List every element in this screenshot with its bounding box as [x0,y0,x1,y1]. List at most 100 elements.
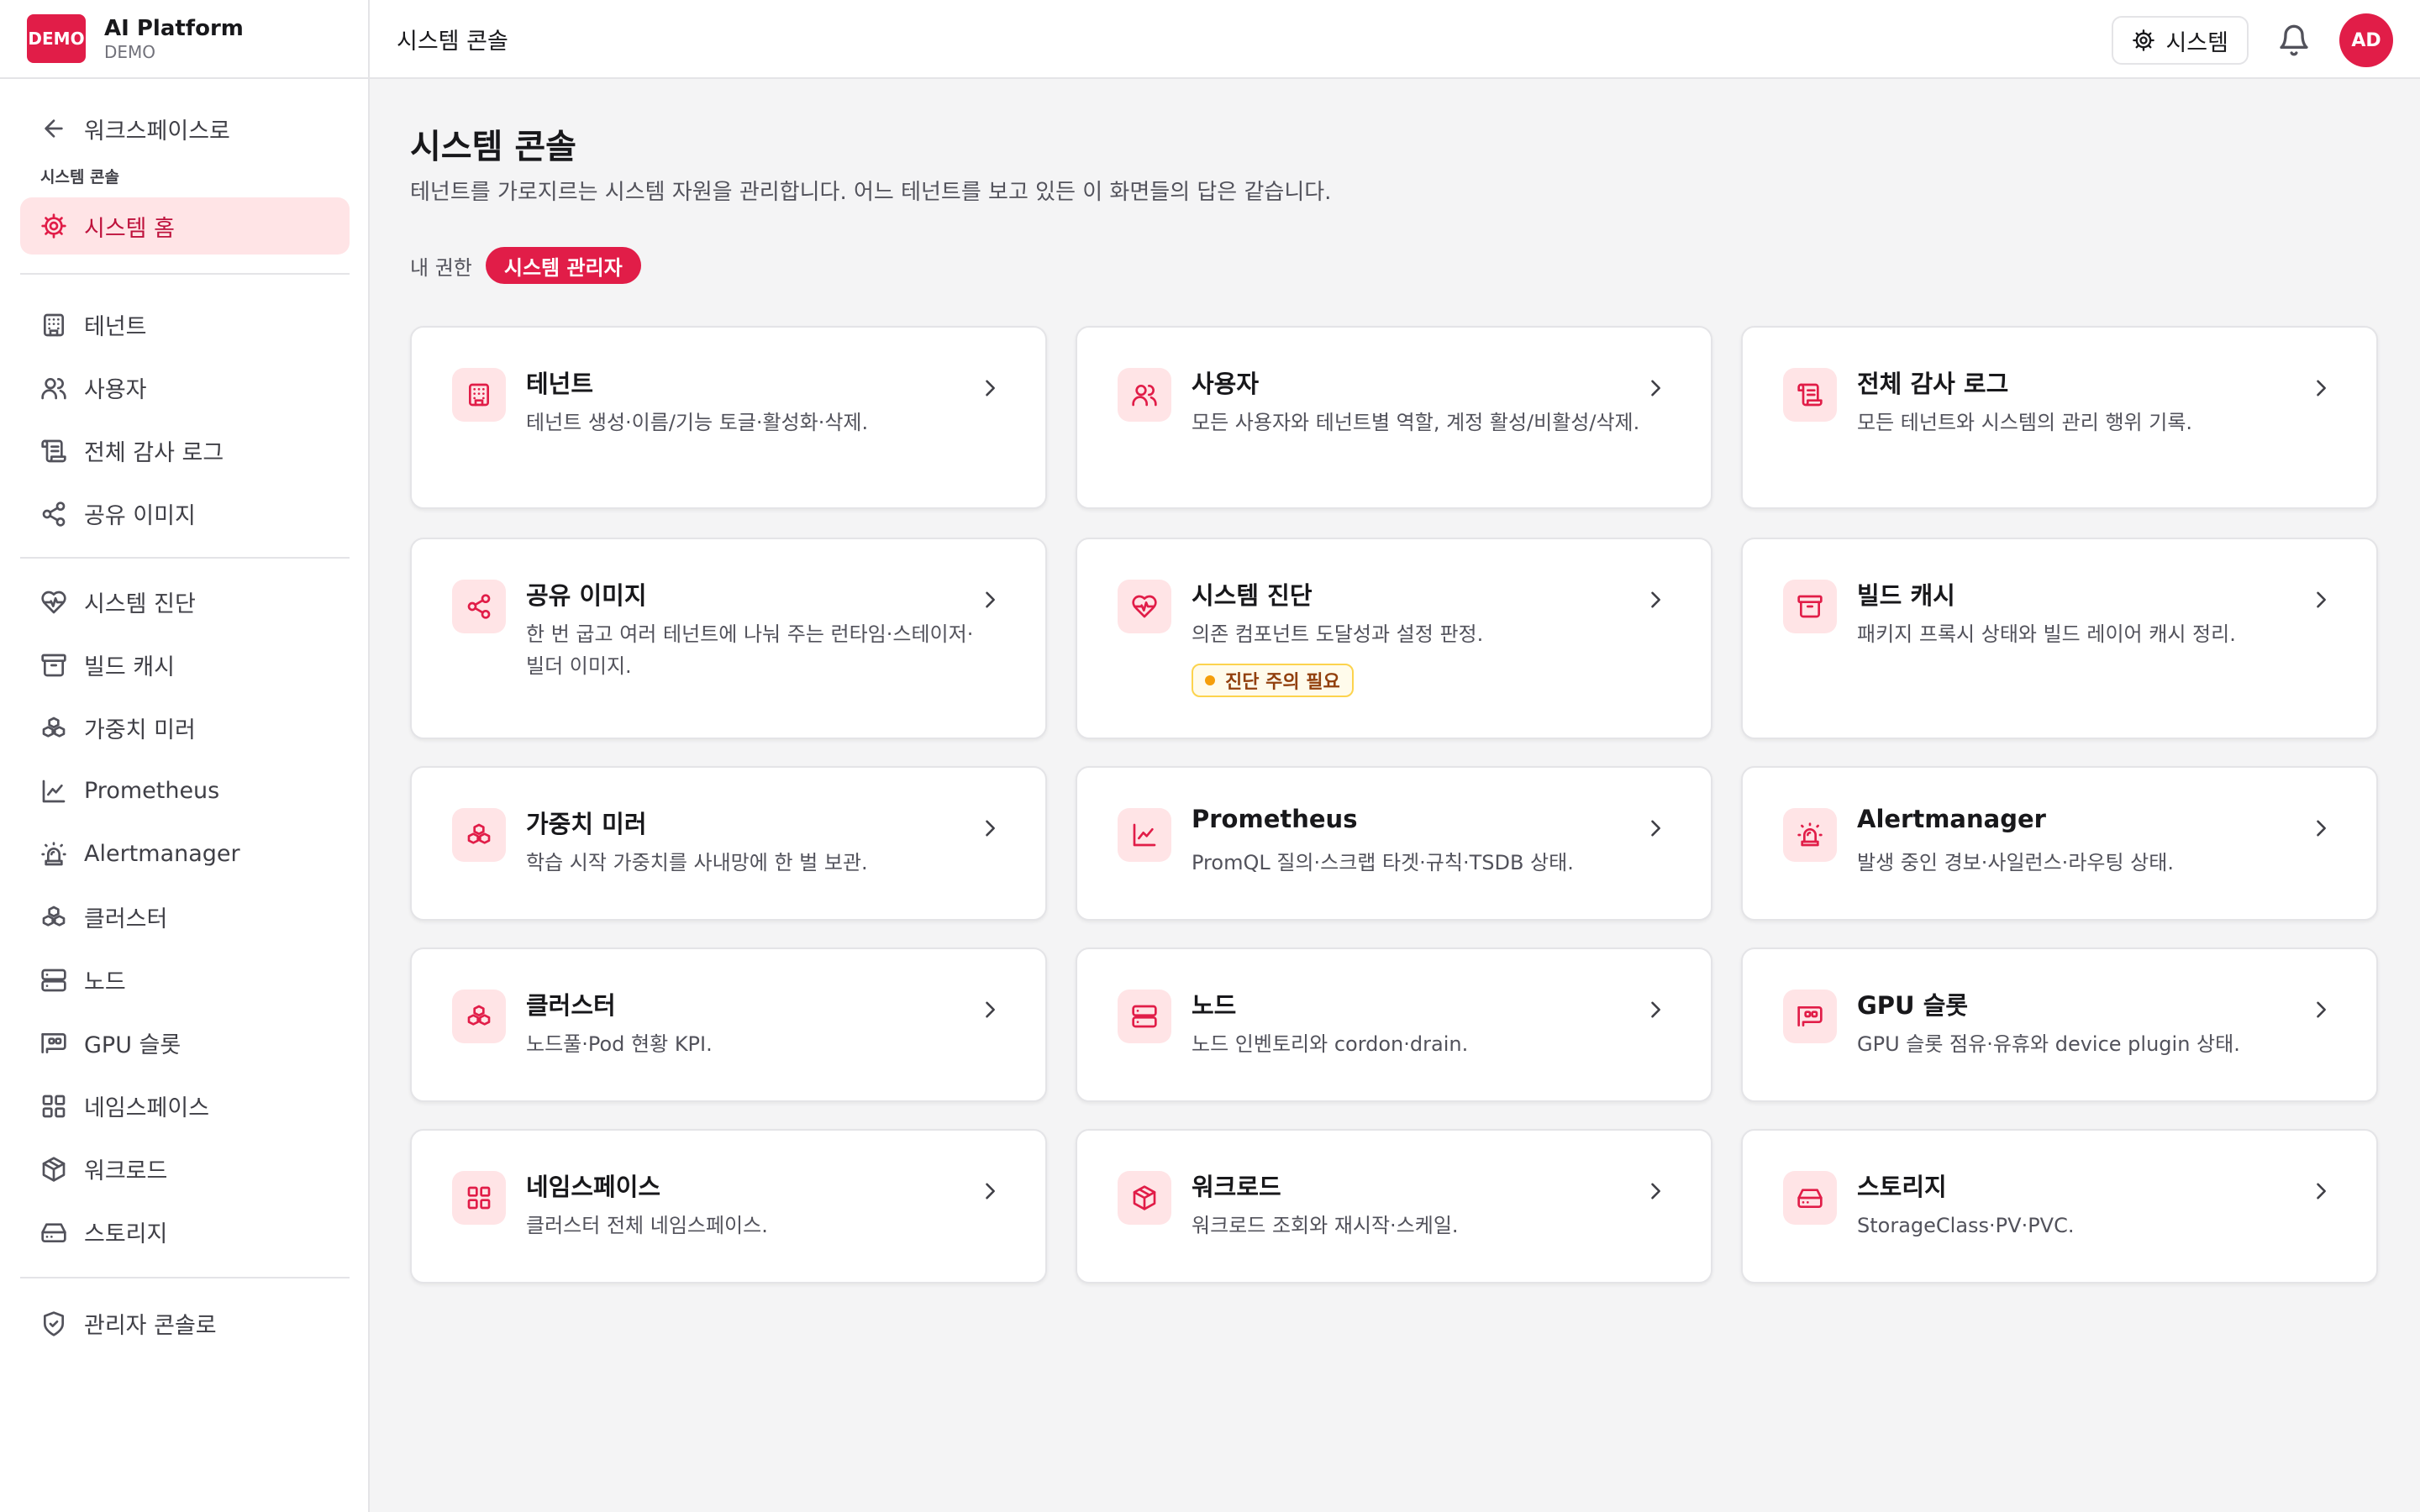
boxes-icon [40,904,67,931]
archive-icon [1797,593,1823,620]
avatar[interactable]: AD [2339,13,2393,67]
card-workloads[interactable]: 워크로드 워크로드 조회와 재시작·스케일. [1076,1129,1712,1284]
card-description: 테넌트 생성·이름/기능 토글·활성화·삭제. [526,411,869,434]
card-tenants[interactable]: 테넌트 테넌트 생성·이름/기능 토글·활성화·삭제. [410,326,1047,509]
sidebar-item-label: 네임스페이스 [84,1095,210,1121]
sidebar-item-label: 빌드 캐시 [84,654,175,680]
sidebar: DEMO AI Platform DEMO 워크스페이스로 시스템 콘솔 시스템… [0,0,370,1512]
card-description: 워크로드 조회와 재시작·스케일. [1192,1214,1459,1237]
heart-pulse-icon [40,589,67,616]
card-description: 학습 시작 가중치를 사내망에 한 벌 보관. [526,851,868,874]
archive-icon [40,652,67,679]
card-audit-log[interactable]: 전체 감사 로그 모든 테넌트와 시스템의 관리 행위 기록. [1741,326,2378,509]
package-icon [1131,1184,1158,1211]
siren-icon [1797,822,1823,848]
sidebar-item-users[interactable]: 사용자 [20,356,350,419]
system-button[interactable]: 시스템 [2112,16,2249,65]
card-description: 의존 컴포넌트 도달성과 설정 판정. [1192,622,1484,646]
grid-icon [466,1184,492,1211]
card-description: 노드풀·Pod 현황 KPI. [526,1032,713,1056]
card-title: 클러스터 [526,991,616,1020]
package-icon [40,1156,67,1183]
sidebar-item-tenants[interactable]: 테넌트 [20,293,350,356]
warning-dot-icon [1205,675,1215,685]
gpu-icon [40,1030,67,1057]
chart-line-icon [40,778,67,805]
gear-icon [2132,29,2155,52]
card-cluster[interactable]: 클러스터 노드풀·Pod 현황 KPI. [410,948,1047,1102]
sidebar-item-label: 가중치 미러 [84,717,196,743]
sidebar-item-admin-console[interactable]: 관리자 콘솔로 [20,1292,350,1355]
gear-icon [40,213,67,239]
page-title: 시스템 콘솔 [410,128,576,166]
sidebar-item-gpu-slots[interactable]: GPU 슬롯 [20,1011,350,1074]
heart-pulse-icon [1131,593,1158,620]
card-title: 사용자 [1192,370,1260,398]
share-icon [40,501,67,528]
sidebar-item-prometheus[interactable]: Prometheus [20,759,350,822]
sidebar-item-label: 공유 이미지 [84,503,196,529]
back-to-workspace-link[interactable]: 워크스페이스로 [20,99,350,158]
grid-icon [40,1093,67,1120]
chevron-right-icon [978,1179,1002,1203]
card-storage[interactable]: 스토리지 StorageClass·PV·PVC. [1741,1129,2378,1284]
server-icon [1131,1003,1158,1030]
siren-icon [40,841,67,868]
boxes-icon [466,1003,492,1030]
sidebar-item-label: 사용자 [84,377,147,403]
card-description: 모든 테넌트와 시스템의 관리 행위 기록. [1857,411,2193,434]
arrow-left-icon [40,115,67,142]
sidebar-item-nodes[interactable]: 노드 [20,948,350,1011]
sidebar-item-audit-log[interactable]: 전체 감사 로그 [20,419,350,482]
bell-icon[interactable] [2277,24,2311,57]
sidebar-item-diagnostics[interactable]: 시스템 진단 [20,570,350,633]
back-to-workspace-label: 워크스페이스로 [84,118,230,144]
card-nodes[interactable]: 노드 노드 인벤토리와 cordon·drain. [1076,948,1712,1102]
boxes-icon [466,822,492,848]
card-title: 워크로드 [1192,1173,1281,1201]
permission-row: 내 권한 시스템 관리자 [410,247,641,284]
card-build-cache[interactable]: 빌드 캐시 패키지 프록시 상태와 빌드 레이어 캐시 정리. [1741,538,2378,739]
chevron-right-icon [1644,998,1667,1021]
card-weight-mirror[interactable]: 가중치 미러 학습 시작 가중치를 사내망에 한 벌 보관. [410,766,1047,921]
sidebar-item-build-cache[interactable]: 빌드 캐시 [20,633,350,696]
card-gpu-slots[interactable]: GPU 슬롯 GPU 슬롯 점유·유휴와 device plugin 상태. [1741,948,2378,1102]
sidebar-item-cluster[interactable]: 클러스터 [20,885,350,948]
card-shared-images[interactable]: 공유 이미지 한 번 굽고 여러 테넌트에 나눠 주는 런타임·스테이저·빌더 … [410,538,1047,739]
chevron-right-icon [1644,376,1667,400]
card-diagnostics[interactable]: 시스템 진단 의존 컴포넌트 도달성과 설정 판정. 진단 주의 필요 [1076,538,1712,739]
card-title: Alertmanager [1857,805,2046,833]
chart-line-icon [1131,822,1158,848]
card-title: Prometheus [1192,805,1358,833]
sidebar-item-namespaces[interactable]: 네임스페이스 [20,1074,350,1137]
sidebar-item-alertmanager[interactable]: Alertmanager [20,822,350,885]
sidebar-item-system-home[interactable]: 시스템 홈 [20,197,350,255]
sidebar-item-label: 전체 감사 로그 [84,440,224,466]
chevron-right-icon [1644,816,1667,840]
building-icon [40,312,67,339]
section-label-system-console: 시스템 콘솔 [40,168,120,186]
shield-check-icon [40,1310,67,1337]
card-namespaces[interactable]: 네임스페이스 클러스터 전체 네임스페이스. [410,1129,1047,1284]
sidebar-item-label: Alertmanager [84,841,240,867]
sidebar-item-shared-images[interactable]: 공유 이미지 [20,482,350,545]
card-users[interactable]: 사용자 모든 사용자와 테넌트별 역할, 계정 활성/비활성/삭제. [1076,326,1712,509]
divider [20,273,350,275]
card-title: 스토리지 [1857,1173,1947,1201]
chevron-right-icon [2309,998,2333,1021]
card-title: 시스템 진단 [1192,581,1313,610]
card-prometheus[interactable]: Prometheus PromQL 질의·스크랩 타겟·규칙·TSDB 상태. [1076,766,1712,921]
hard-drive-icon [40,1219,67,1246]
permission-label: 내 권한 [410,255,472,280]
topbar: 시스템 콘솔 시스템 AD [370,0,2420,79]
boxes-icon [40,715,67,742]
sidebar-item-workloads[interactable]: 워크로드 [20,1137,350,1200]
diagnostics-warning-badge: 진단 주의 필요 [1192,664,1354,697]
brand-sub: DEMO [104,42,156,62]
brand: DEMO AI Platform DEMO [0,0,368,79]
sidebar-item-storage[interactable]: 스토리지 [20,1200,350,1263]
card-alertmanager[interactable]: Alertmanager 발생 중인 경보·사일런스·라우팅 상태. [1741,766,2378,921]
card-description: 패키지 프록시 상태와 빌드 레이어 캐시 정리. [1857,622,2236,646]
sidebar-item-weight-mirror[interactable]: 가중치 미러 [20,696,350,759]
chevron-right-icon [2309,816,2333,840]
